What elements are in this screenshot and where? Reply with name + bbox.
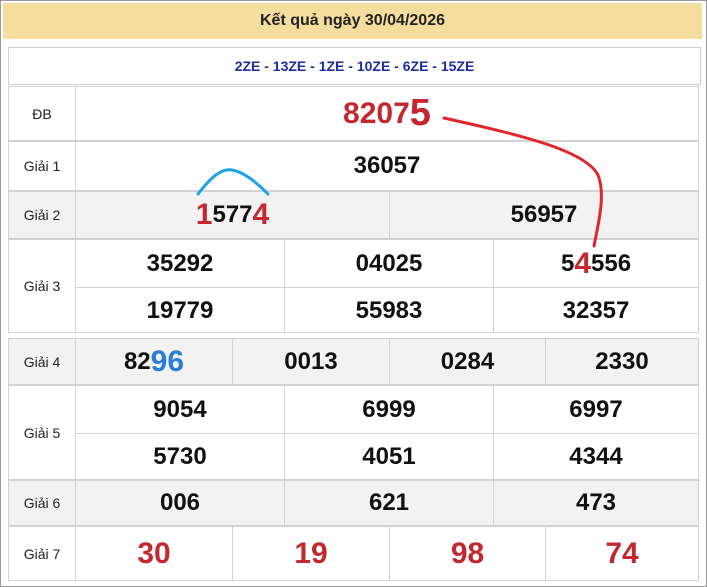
- divider: [389, 527, 390, 580]
- prize-4-highlighted-digits: 96: [150, 344, 185, 378]
- prize-7-number: 30: [137, 536, 171, 570]
- prize-4-number: 0284: [440, 347, 495, 375]
- prize-3-digit: 5: [560, 249, 575, 277]
- row-prize-4: Giải 4 82 96 0013 0284 2330: [8, 338, 699, 385]
- prize-3-number: 19779: [146, 296, 214, 324]
- row-prize-5: Giải 5 9054 6999 6997 5730 4051 4344: [8, 385, 699, 480]
- divider: [545, 527, 546, 580]
- prize-5-number: 4051: [362, 442, 416, 470]
- prize-3-highlighted-digit: 4: [574, 246, 591, 280]
- prize-4-number-highlighted: 82 96: [76, 339, 232, 384]
- prize-2-number-1: 1 577 4: [76, 192, 389, 238]
- prize-5-number: 6999: [362, 395, 416, 423]
- label-prize-1: Giải 1: [8, 141, 76, 191]
- draw-codes: 2ZE - 13ZE - 1ZE - 10ZE - 6ZE - 15ZE: [8, 47, 701, 85]
- row-prize-3: Giải 3 35292 04025 5 4 556 19779 55983 323…: [8, 239, 699, 333]
- divider: [232, 527, 233, 580]
- prize-2-number-2: 56957: [510, 201, 578, 228]
- page-title: Kết quả ngày 30/04/2026: [3, 3, 702, 39]
- prize-1-number: 36057: [353, 152, 421, 179]
- prize-7-number: 74: [605, 536, 639, 570]
- cells-prize-1: 36057: [76, 141, 699, 191]
- label-prize-7: Giải 7: [8, 526, 76, 581]
- row-prize-1: Giải 1 36057: [8, 141, 699, 191]
- label-prize-5: Giải 5: [8, 385, 76, 480]
- row-prize-7: Giải 7 30 19 98 74: [8, 526, 699, 581]
- divider: [545, 339, 546, 384]
- divider: [284, 481, 285, 525]
- prize-3-number: 04025: [355, 249, 423, 277]
- divider: [284, 240, 285, 332]
- divider: [232, 339, 233, 384]
- prize-6-number: 006: [159, 489, 201, 516]
- cells-prize-4: 82 96 0013 0284 2330: [76, 338, 699, 385]
- label-prize-3: Giải 3: [8, 239, 76, 333]
- prize-7-number: 19: [294, 536, 328, 570]
- prize-3-number-highlighted: 5 4 556: [494, 240, 698, 287]
- divider: [493, 240, 494, 332]
- cells-special: 8207 5: [76, 86, 699, 141]
- prize-5-number: 6997: [569, 395, 623, 423]
- prize-2-first-digit: 1: [195, 198, 213, 231]
- row-prize-6: Giải 6 006 621 473: [8, 480, 699, 526]
- prize-6-number: 621: [368, 489, 410, 516]
- prize-3-digits: 556: [591, 249, 632, 277]
- cells-prize-2: 1 577 4 56957: [76, 191, 699, 239]
- divider: [389, 339, 390, 384]
- special-last-digit: 5: [409, 92, 431, 134]
- divider: [493, 386, 494, 479]
- special-prize-number: 8207 5: [76, 87, 698, 140]
- prize-4-digits: 82: [123, 347, 151, 375]
- row-prize-2: Giải 2 1 577 4 56957: [8, 191, 699, 239]
- special-prefix: 8207: [343, 96, 410, 130]
- prize-2-last-digit: 4: [252, 198, 270, 231]
- row-special-prize: ĐB 8207 5: [8, 86, 699, 141]
- prize-2-middle-digits: 577: [212, 201, 253, 228]
- label-special: ĐB: [8, 86, 76, 141]
- prize-5-number: 9054: [153, 395, 207, 423]
- prize-3-number: 32357: [562, 296, 630, 324]
- prize-4-number: 0013: [284, 347, 338, 375]
- prize-4-number: 2330: [595, 347, 649, 375]
- prize-5-number: 4344: [569, 442, 623, 470]
- cells-prize-6: 006 621 473: [76, 480, 699, 526]
- cells-prize-3: 35292 04025 5 4 556 19779 55983 32357: [76, 239, 699, 333]
- cells-prize-5: 9054 6999 6997 5730 4051 4344: [76, 385, 699, 480]
- prize-3-number: 55983: [355, 296, 423, 324]
- label-prize-4: Giải 4: [8, 338, 76, 385]
- divider: [284, 386, 285, 479]
- prize-6-number: 473: [575, 489, 617, 516]
- label-prize-2: Giải 2: [8, 191, 76, 239]
- cells-prize-7: 30 19 98 74: [76, 526, 699, 581]
- prize-5-number: 5730: [153, 442, 207, 470]
- prize-7-number: 98: [450, 536, 485, 570]
- divider: [493, 481, 494, 525]
- prize-3-number: 35292: [146, 249, 214, 277]
- label-prize-6: Giải 6: [8, 480, 76, 526]
